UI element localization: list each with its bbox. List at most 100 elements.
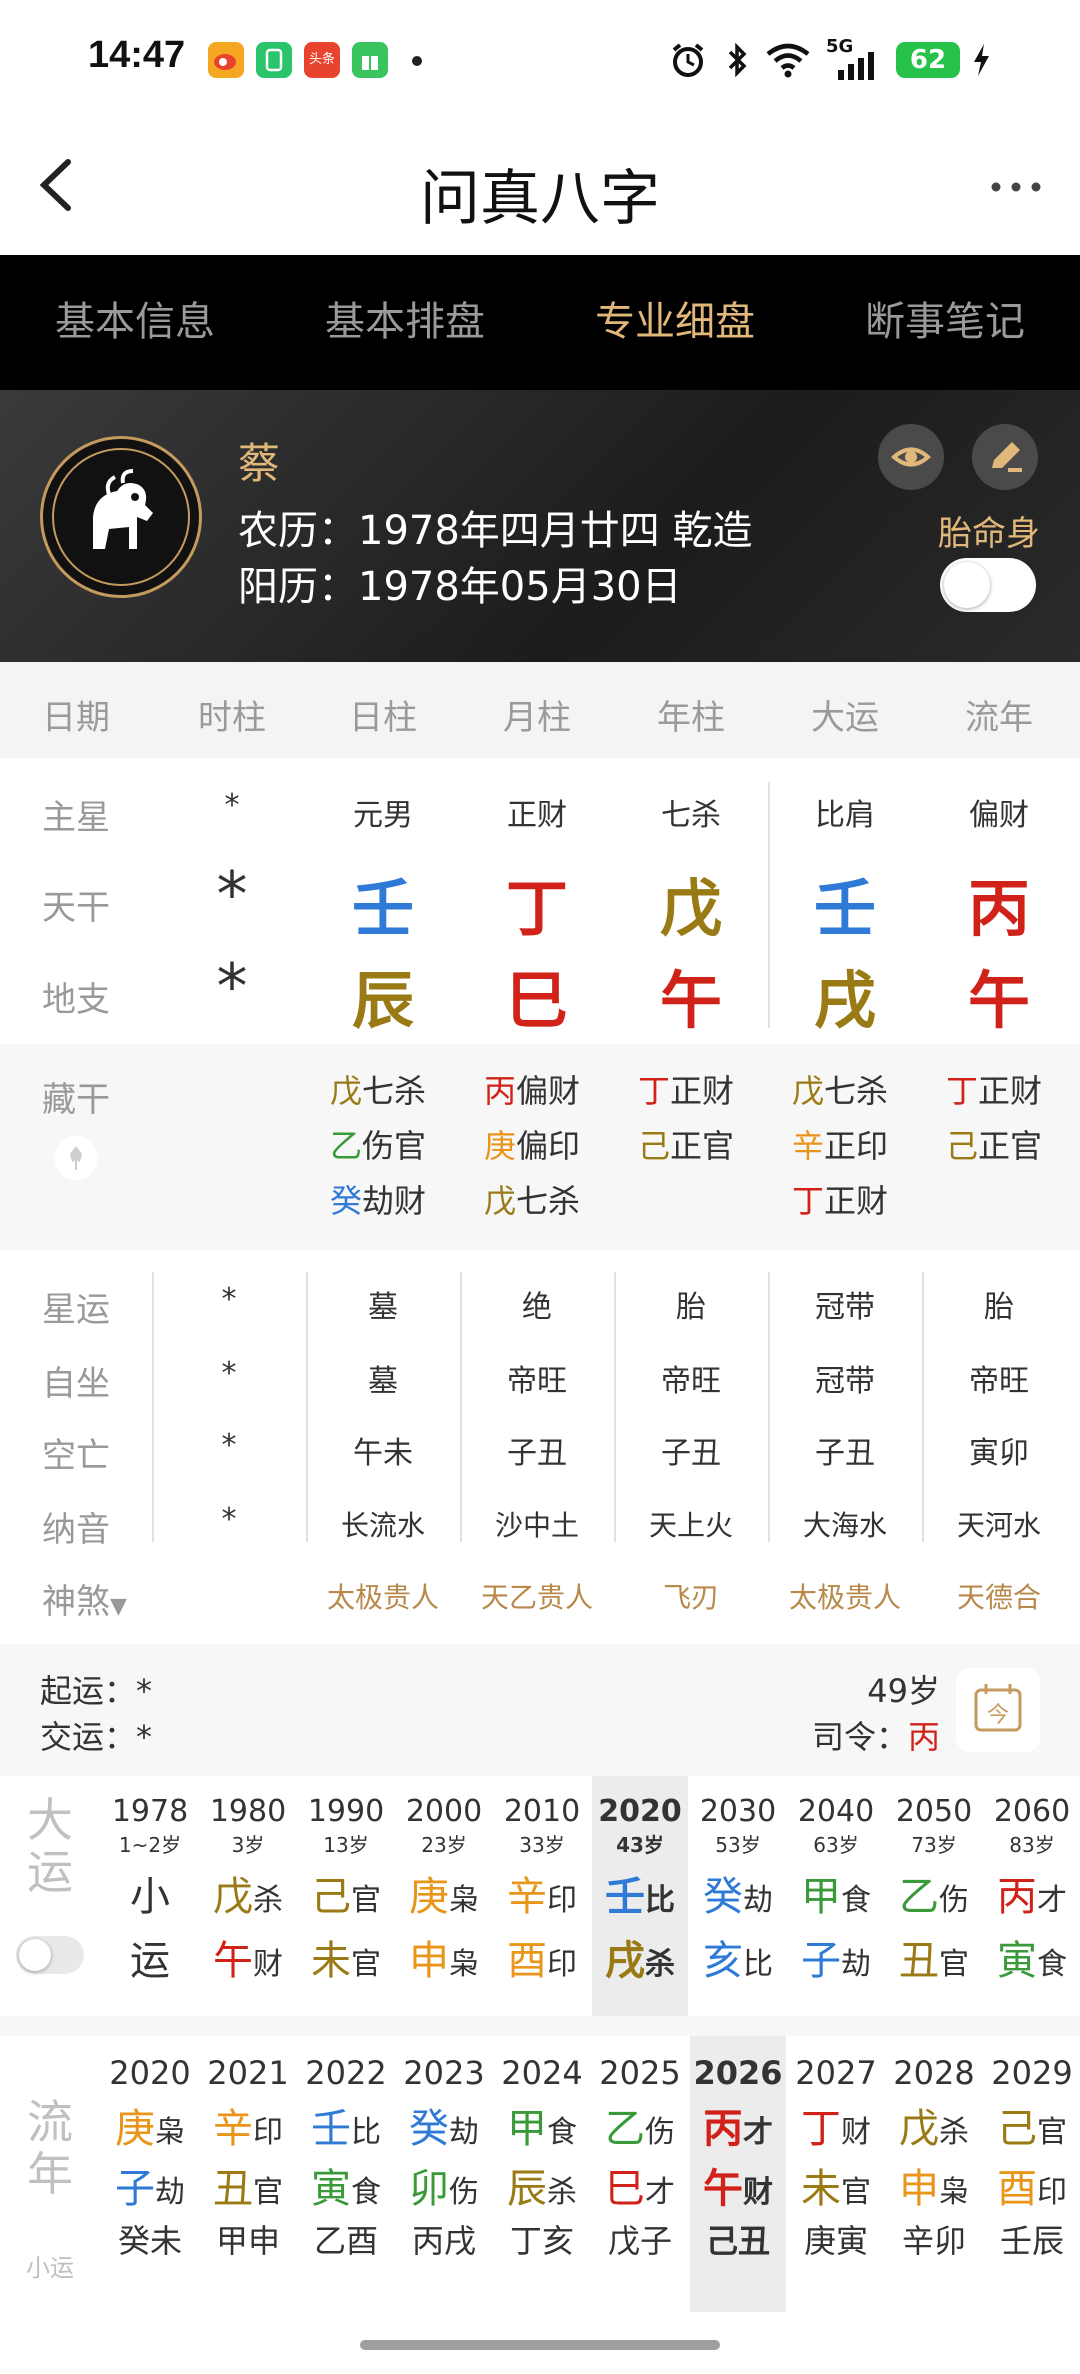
liunian-branch: 子劫 <box>115 2166 185 2212</box>
kongwang-cell: * <box>221 1428 237 1463</box>
nayin-cell: 沙中土 <box>494 1509 579 1542</box>
dayun-column[interactable]: 2020 43岁 壬比 戌杀 <box>591 1794 689 1986</box>
row-label-dizhi: 地支 <box>42 980 110 1020</box>
shensha-cell[interactable]: 天德合 <box>922 1576 1076 1616</box>
main-star-cell: 偏财 <box>969 798 1029 833</box>
liunian-branch: 卯伤 <box>409 2166 479 2212</box>
dayun-toggle[interactable] <box>16 1936 84 1974</box>
col-head-date: 日期 <box>42 698 110 738</box>
xiaoyun-value: 戊子 <box>607 2222 672 2260</box>
toutiao-icon: 头条 <box>304 42 340 78</box>
liunian-column[interactable]: 2020 庚枭 子劫 癸未 <box>101 2054 199 2262</box>
liunian-stem: 甲食 <box>507 2106 577 2152</box>
navigation-bar: 问真八字 <box>0 120 1080 255</box>
row-label-kongwang: 空亡 <box>42 1436 110 1476</box>
dayun-column[interactable]: 2050 73岁 乙伤 丑官 <box>885 1794 983 1986</box>
eye-icon[interactable] <box>878 424 944 490</box>
dayun-branch: 午财 <box>213 1938 283 1984</box>
col-head-month: 月柱 <box>503 698 571 738</box>
shensha-cell[interactable]: 天乙贵人 <box>460 1576 614 1616</box>
xingyun-cell: 胎 <box>676 1290 706 1325</box>
row-label-tiangan: 天干 <box>42 888 110 928</box>
tab-notes[interactable]: 断事笔记 <box>810 255 1080 390</box>
main-star-cell: 正财 <box>507 798 567 833</box>
liunian-branch: 辰杀 <box>507 2166 577 2212</box>
dayun-year: 2030 <box>699 1794 777 1829</box>
current-age: 49岁 <box>867 1672 940 1710</box>
liunian-column[interactable]: 2021 辛印 丑官 甲申 <box>199 2054 297 2262</box>
dayun-column[interactable]: 2040 63岁 甲食 子劫 <box>787 1794 885 1986</box>
solar-birthdate: 阳历：1978年05月30日 <box>238 564 682 610</box>
zizuo-cell: 帝旺 <box>661 1364 721 1399</box>
main-star-cell: 元男 <box>353 798 413 833</box>
liunian-year: 2023 <box>403 2054 485 2092</box>
qiyun-start: 起运：* <box>40 1672 153 1710</box>
shensha-cell[interactable]: 太极贵人 <box>768 1576 922 1616</box>
liunian-year: 2029 <box>991 2054 1073 2092</box>
xiaoyun-value: 辛卯 <box>901 2222 966 2260</box>
dizhi-cell: 午 <box>659 964 722 1037</box>
dayun-branch: 戌杀 <box>605 1938 675 1984</box>
main-star-cell: * <box>224 788 240 823</box>
liunian-branch: 午财 <box>703 2166 773 2212</box>
liunian-column[interactable]: 2029 己官 酉印 壬辰 <box>983 2054 1080 2262</box>
wallet-icon <box>256 42 292 78</box>
pin-icon[interactable] <box>54 1136 98 1180</box>
more-options-button[interactable] <box>986 172 1046 202</box>
tab-basic-info[interactable]: 基本信息 <box>0 255 270 390</box>
liunian-year: 2021 <box>207 2054 289 2092</box>
bluetooth-icon <box>722 40 752 88</box>
dayun-column[interactable]: 1978 1~2岁小运 <box>101 1794 199 1986</box>
liunian-column[interactable]: 2026 丙才 午财 己丑 <box>689 2054 787 2262</box>
liunian-year: 2024 <box>501 2054 583 2092</box>
notification-dot <box>412 56 422 66</box>
shensha-cell[interactable]: 太极贵人 <box>306 1576 460 1616</box>
shensha-dropdown[interactable]: 神煞▼ <box>42 1574 127 1623</box>
liunian-branch: 寅食 <box>311 2166 381 2212</box>
edit-icon[interactable] <box>972 424 1038 490</box>
liunian-stem: 己官 <box>997 2106 1067 2152</box>
dayun-column[interactable]: 2000 23岁 庚枭 申枭 <box>395 1794 493 1986</box>
zodiac-horse-avatar <box>40 436 202 598</box>
dayun-column[interactable]: 1990 13岁 己官 未官 <box>297 1794 395 1986</box>
hidden-stems-liunian: 丁正财 己正官 <box>946 1072 1043 1165</box>
dayun-branch: 运 <box>130 1938 170 1984</box>
today-calendar-button[interactable]: 今 <box>956 1668 1040 1752</box>
dizhi-cell: 巳 <box>505 964 568 1037</box>
dayun-column[interactable]: 1980 3岁 戊杀 午财 <box>199 1794 297 1986</box>
xiaoyun-value: 癸未 <box>117 2222 182 2260</box>
dayun-age: 53岁 <box>715 1833 761 1857</box>
home-indicator <box>360 2340 720 2350</box>
dayun-year: 1980 <box>209 1794 287 1829</box>
dayun-age: 23岁 <box>421 1833 467 1857</box>
dayun-year: 1978 <box>111 1794 189 1829</box>
nayin-cell: 天上火 <box>648 1509 733 1542</box>
liunian-column[interactable]: 2028 戊杀 申枭 辛卯 <box>885 2054 983 2262</box>
liunian-stem: 丙才 <box>703 2106 773 2152</box>
liunian-column[interactable]: 2025 乙伤 巳才 戊子 <box>591 2054 689 2262</box>
dayun-branch: 丑官 <box>899 1938 969 1984</box>
liunian-year: 2028 <box>893 2054 975 2092</box>
liunian-column[interactable]: 2024 甲食 辰杀 丁亥 <box>493 2054 591 2262</box>
liunian-column[interactable]: 2027 丁财 未官 庚寅 <box>787 2054 885 2262</box>
dayun-branch: 子劫 <box>801 1938 871 1984</box>
tiangan-cell: * <box>216 858 248 931</box>
kongwang-cell: 子丑 <box>661 1436 721 1471</box>
liunian-stem: 丁财 <box>801 2106 871 2152</box>
dayun-branch: 未官 <box>311 1938 381 1984</box>
xiaoyun-label: 小运 <box>26 2254 74 2282</box>
dayun-column[interactable]: 2030 53岁 癸劫 亥比 <box>689 1794 787 1986</box>
dayun-column[interactable]: 2010 33岁 辛印 酉印 <box>493 1794 591 1986</box>
xiaoyun-value: 丙戌 <box>411 2222 476 2260</box>
dayun-year: 2060 <box>993 1794 1071 1829</box>
dayun-column[interactable]: 2060 83岁 丙才 寅食 <box>983 1794 1080 1986</box>
liunian-column[interactable]: 2022 壬比 寅食 乙酉 <box>297 2054 395 2262</box>
tab-basic-chart[interactable]: 基本排盘 <box>270 255 540 390</box>
liunian-column[interactable]: 2023 癸劫 卯伤 丙戌 <box>395 2054 493 2262</box>
shensha-cell[interactable]: 飞刃 <box>614 1576 768 1616</box>
taiming-toggle[interactable] <box>940 558 1036 612</box>
kongwang-cell: 午未 <box>353 1436 413 1471</box>
dayun-branch: 寅食 <box>997 1938 1067 1984</box>
zizuo-cell: 墓 <box>368 1364 398 1399</box>
tab-pro-chart[interactable]: 专业细盘 <box>540 255 810 390</box>
